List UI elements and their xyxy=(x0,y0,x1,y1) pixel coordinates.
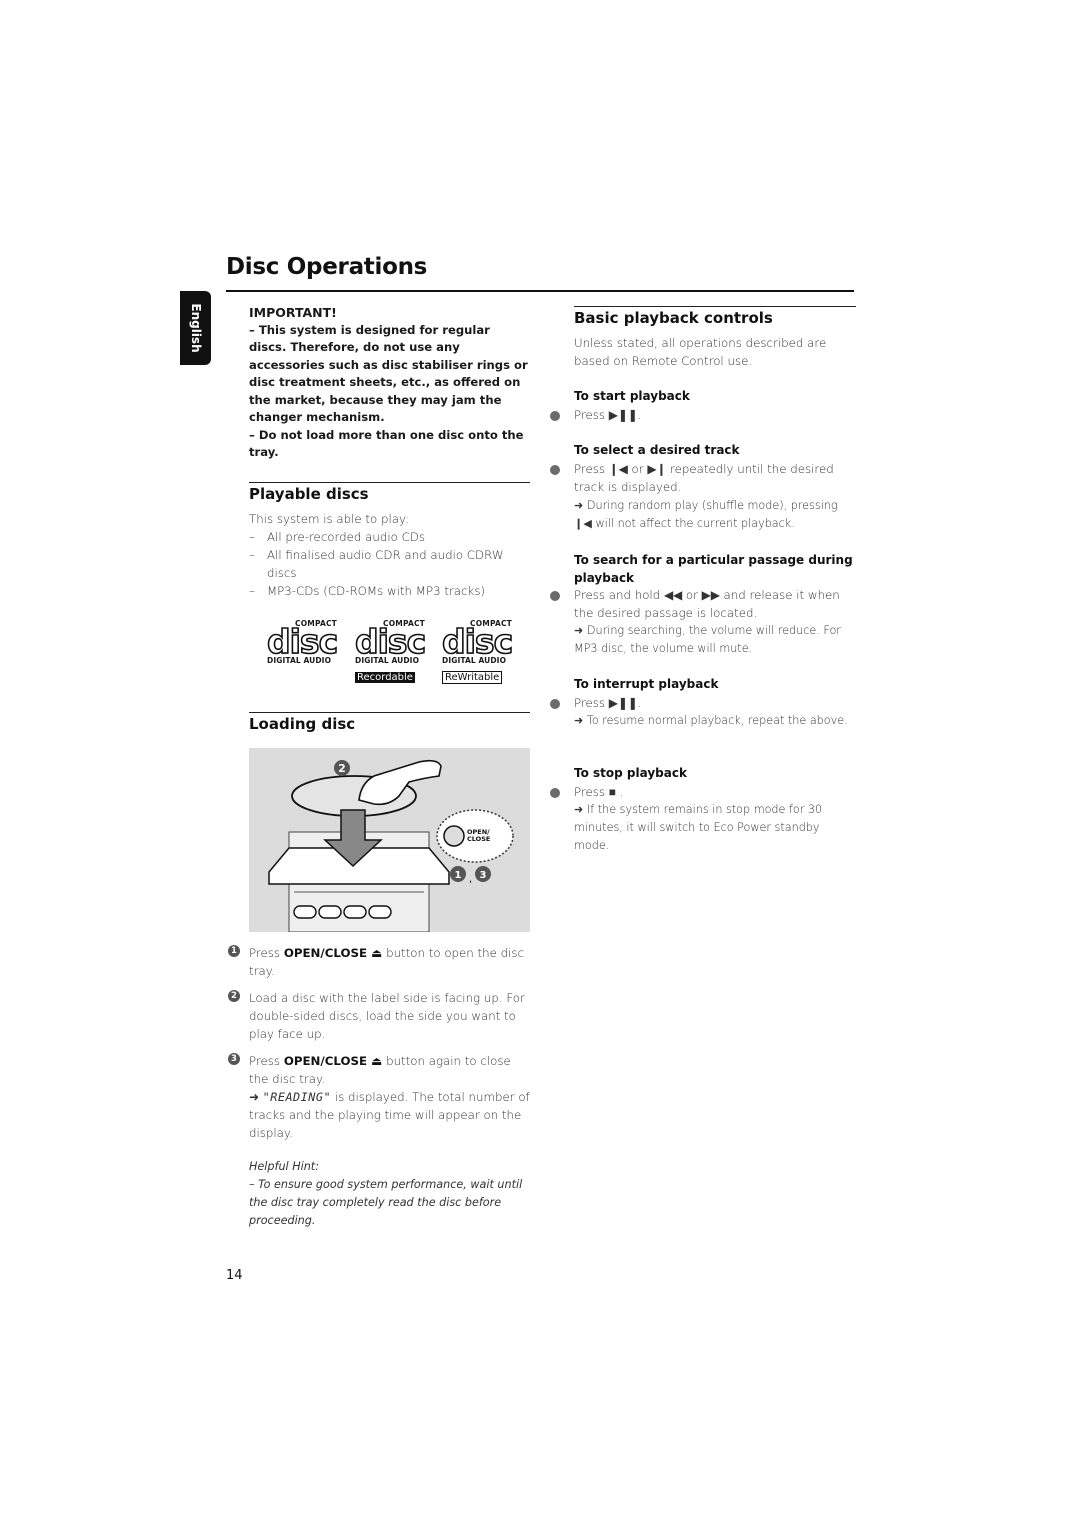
bullet-icon xyxy=(550,591,560,601)
arrow-icon: ➜ xyxy=(249,1090,263,1104)
section-divider xyxy=(249,712,530,713)
list-item: All pre-recorded audio CDs xyxy=(249,528,530,546)
title-divider xyxy=(226,290,854,292)
cd-rewritable-logo: COMPACT disc DIGITAL AUDIO ReWritable xyxy=(441,619,514,684)
important-item: – This system is designed for regular di… xyxy=(249,323,528,425)
subsection-action: Press ▶❚❚. xyxy=(574,696,642,710)
logo-digital-audio-text: DIGITAL AUDIO xyxy=(442,656,507,665)
svg-text:CLOSE: CLOSE xyxy=(467,835,490,843)
open-close-button-label: OPEN/CLOSE ⏏ xyxy=(283,1054,383,1068)
step-number: 3 xyxy=(228,1053,240,1065)
logo-recordable-tag: Recordable xyxy=(355,672,415,683)
eject-button-icon xyxy=(443,825,465,847)
subsection-heading: To select a desired track xyxy=(574,443,740,457)
loading-step: Press OPEN/CLOSE ⏏ button again to close… xyxy=(249,1052,530,1142)
subsection-action: Press ■ . xyxy=(574,785,624,799)
important-heading: IMPORTANT! xyxy=(249,305,337,320)
basic-playback-heading: Basic playback controls xyxy=(574,309,773,327)
playable-discs-intro: This system is able to play: xyxy=(249,512,410,526)
bullet-icon xyxy=(550,699,560,709)
section-divider xyxy=(574,306,856,307)
subsection-note: ➜ During random play (shuffle mode), pre… xyxy=(574,499,838,530)
subsection-note: ➜ During searching, the volume will redu… xyxy=(574,624,841,655)
subsection-action: Press ▶❚❚. xyxy=(574,408,642,422)
bullet-icon xyxy=(550,411,560,421)
page-title: Disc Operations xyxy=(226,254,428,280)
logo-digital-audio-text: DIGITAL AUDIO xyxy=(355,656,420,665)
subsection-heading: To interrupt playback xyxy=(574,677,719,691)
step-text: Load a disc with the label side is facin… xyxy=(249,991,525,1041)
cd-digital-audio-logo: COMPACT disc DIGITAL AUDIO xyxy=(266,619,339,665)
playable-discs-list: All pre-recorded audio CDs All finalised… xyxy=(249,528,530,600)
hint-title: Helpful Hint: xyxy=(249,1160,319,1173)
subsection-action: Press ❙◀ or ▶❙ repeatedly until the desi… xyxy=(574,462,834,494)
open-close-button-label: OPEN/CLOSE ⏏ xyxy=(283,946,383,960)
important-item: – Do not load more than one disc onto th… xyxy=(249,428,524,460)
step-text: Press xyxy=(249,1054,284,1068)
logo-disc-text: disc xyxy=(354,622,427,661)
language-tab: English xyxy=(180,291,211,365)
disc-loading-drawing: 2 OPEN/ CLOSE 1 3 , xyxy=(268,759,514,933)
svg-text:1: 1 xyxy=(455,870,462,881)
subsection-note: ➜ To resume normal playback, repeat the … xyxy=(574,714,848,727)
language-tab-label: English xyxy=(188,303,203,353)
subsection-heading: To stop playback xyxy=(574,766,687,780)
subsection-note: ➜ If the system remains in stop mode for… xyxy=(574,803,823,852)
step-text: Press xyxy=(249,946,284,960)
basic-playback-intro: Unless stated, all operations described … xyxy=(574,336,827,368)
logo-digital-audio-text: DIGITAL AUDIO xyxy=(267,656,332,665)
bullet-icon xyxy=(550,465,560,475)
loading-step: Press OPEN/CLOSE ⏏ button to open the di… xyxy=(249,944,530,980)
svg-text:3: 3 xyxy=(480,870,487,881)
playable-discs-heading: Playable discs xyxy=(249,485,369,503)
logo-disc-text: disc xyxy=(266,622,339,661)
logo-rewritable-tag: ReWritable xyxy=(442,671,503,684)
svg-text:,: , xyxy=(469,874,472,885)
list-item: MP3-CDs (CD-ROMs with MP3 tracks) xyxy=(249,582,530,600)
section-divider xyxy=(249,482,530,483)
hint-text: – To ensure good system performance, wai… xyxy=(249,1178,523,1227)
step-number: 1 xyxy=(228,945,240,957)
bullet-icon xyxy=(550,788,560,798)
loading-disc-heading: Loading disc xyxy=(249,715,356,733)
loading-step: Load a disc with the label side is facin… xyxy=(249,989,530,1043)
step-number: 2 xyxy=(228,990,240,1002)
step-badge-label: 2 xyxy=(338,762,346,775)
subsection-action: Press and hold ◀◀ or ▶▶ and release it w… xyxy=(574,588,840,620)
subsection-heading: To start playback xyxy=(574,389,690,403)
subsection-heading: To search for a particular passage durin… xyxy=(574,553,853,585)
list-item: All finalised audio CDR and audio CDRW d… xyxy=(249,546,530,582)
logo-disc-text: disc xyxy=(441,622,514,661)
lcd-reading-text: "READING" xyxy=(262,1090,332,1104)
loading-disc-illustration: 2 OPEN/ CLOSE 1 3 , xyxy=(249,748,530,933)
cd-recordable-logo: COMPACT disc DIGITAL AUDIO Recordable xyxy=(354,619,427,684)
page-number: 14 xyxy=(226,1268,243,1283)
